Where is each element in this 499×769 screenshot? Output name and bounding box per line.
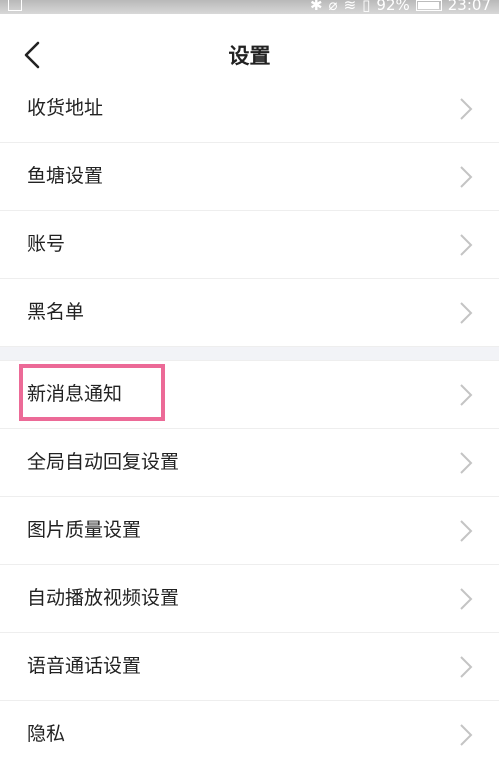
bluetooth-icon: ✱ bbox=[309, 0, 323, 14]
image-notification-icon bbox=[8, 0, 22, 11]
chevron-right-icon bbox=[460, 166, 473, 188]
settings-item-account[interactable]: 账号 bbox=[0, 211, 499, 279]
chevron-right-icon bbox=[460, 98, 473, 120]
settings-item-label: 收货地址 bbox=[27, 97, 104, 119]
group-divider bbox=[0, 347, 499, 361]
settings-item-label: 黑名单 bbox=[27, 301, 85, 323]
settings-item-image-quality[interactable]: 图片质量设置 bbox=[0, 497, 499, 565]
settings-item-voice-call[interactable]: 语音通话设置 bbox=[0, 633, 499, 701]
settings-item-label: 隐私 bbox=[27, 723, 66, 745]
chevron-right-icon bbox=[460, 234, 473, 256]
chevron-right-icon bbox=[460, 588, 473, 610]
settings-item-label: 账号 bbox=[27, 233, 66, 255]
settings-item-label: 全局自动回复设置 bbox=[27, 451, 180, 473]
chevron-right-icon bbox=[460, 302, 473, 324]
settings-item-label: 新消息通知 bbox=[27, 383, 123, 405]
settings-item-privacy[interactable]: 隐私 bbox=[0, 701, 499, 769]
sim-icon: ▯ bbox=[362, 0, 371, 14]
battery-icon bbox=[415, 0, 442, 11]
settings-item-label: 语音通话设置 bbox=[27, 655, 142, 677]
wifi-icon: ≋ bbox=[343, 0, 357, 14]
battery-percent: 92% bbox=[376, 0, 410, 14]
status-indicators: ✱ ⌀ ≋ ▯ 92% 23:07 bbox=[309, 0, 491, 14]
mute-icon: ⌀ bbox=[328, 0, 338, 14]
chevron-right-icon bbox=[460, 520, 473, 542]
clock: 23:07 bbox=[447, 0, 491, 14]
settings-item-label: 自动播放视频设置 bbox=[27, 587, 180, 609]
chevron-right-icon bbox=[460, 724, 473, 746]
settings-item-global-auto-reply[interactable]: 全局自动回复设置 bbox=[0, 429, 499, 497]
settings-item-autoplay-video[interactable]: 自动播放视频设置 bbox=[0, 565, 499, 633]
settings-item-shipping-address[interactable]: 收货地址 bbox=[0, 75, 499, 143]
page-title: 设置 bbox=[228, 44, 271, 68]
status-bar: ✱ ⌀ ≋ ▯ 92% 23:07 bbox=[0, 0, 499, 14]
settings-item-pond-settings[interactable]: 鱼塘设置 bbox=[0, 143, 499, 211]
settings-item-new-message-notification[interactable]: 新消息通知 bbox=[0, 361, 499, 429]
settings-group-1: 收货地址 鱼塘设置 账号 黑名单 新消息通知 全局自动回复设置 图片质量设置 自… bbox=[0, 75, 499, 769]
settings-item-blacklist[interactable]: 黑名单 bbox=[0, 279, 499, 347]
settings-item-label: 图片质量设置 bbox=[27, 519, 142, 541]
chevron-right-icon bbox=[460, 452, 473, 474]
settings-item-label: 鱼塘设置 bbox=[27, 165, 104, 187]
chevron-right-icon bbox=[460, 656, 473, 678]
chevron-right-icon bbox=[460, 384, 473, 406]
